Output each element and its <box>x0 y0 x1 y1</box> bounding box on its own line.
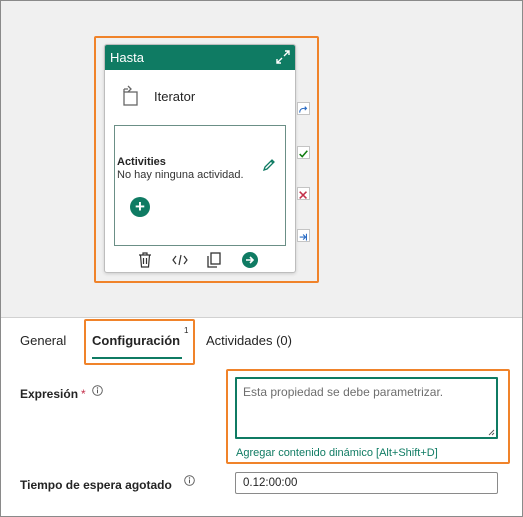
skip-icon[interactable] <box>297 102 310 115</box>
expression-placeholder: Esta propiedad se debe parametrizar. <box>243 385 444 399</box>
timeout-input[interactable]: 0.12:00:00 <box>235 472 498 494</box>
expression-label-text: Expresión <box>20 387 79 401</box>
tab-activities[interactable]: Actividades (0) <box>206 333 292 348</box>
expression-input[interactable]: Esta propiedad se debe parametrizar. <box>235 377 498 439</box>
tab-general[interactable]: General <box>20 333 66 348</box>
required-mark: * <box>81 387 86 401</box>
properties-tabs: General Configuración Actividades (0) <box>0 318 521 364</box>
card-highlight <box>94 36 319 283</box>
tab-highlight <box>84 319 195 365</box>
timeout-label: Tiempo de espera agotado <box>20 478 172 492</box>
expression-label: Expresión * <box>20 387 86 401</box>
info-icon[interactable] <box>92 385 103 396</box>
info-icon[interactable] <box>184 475 195 486</box>
add-dynamic-content-link[interactable]: Agregar contenido dinámico [Alt+Shift+D] <box>236 447 438 459</box>
arrow-right-icon[interactable] <box>297 229 310 242</box>
resize-handle-icon[interactable] <box>488 429 495 436</box>
cross-icon[interactable] <box>297 187 310 200</box>
timeout-value: 0.12:00:00 <box>243 477 298 489</box>
check-icon[interactable] <box>297 146 310 159</box>
